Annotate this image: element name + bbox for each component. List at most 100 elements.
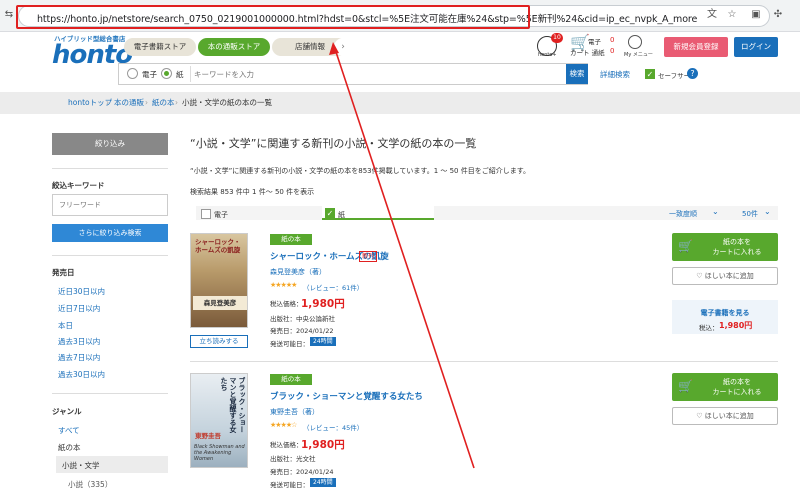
add-to-cart-button[interactable]: 🛒 紙の本を カートに入れる [672,233,778,261]
page-title: “小説・文学”に関連する新刊の小説・文学の紙の本の一覧 [190,137,477,150]
release-link[interactable]: 過去7日以内 [58,352,100,363]
search-divider [190,66,191,82]
star-rating: ★★★★★ [270,281,297,289]
book-price: 1,980円 [301,298,345,310]
genre-item-selected[interactable]: 小説・文学 [62,460,100,471]
safe-search-checkbox[interactable]: ✓ [645,69,655,79]
keyword-input[interactable] [52,194,168,216]
release-link[interactable]: 近日30日以内 [58,286,105,297]
help-icon[interactable]: ? [687,68,698,79]
divider [52,168,168,169]
translate-icon[interactable]: 文 [706,9,718,21]
points-badge: 10 [551,33,563,43]
breadcrumb-separator: › [175,98,178,107]
divider [190,361,778,362]
cover-author: 森見登美彦 [193,296,247,310]
radio-ebook[interactable] [127,68,138,79]
genre-item[interactable]: 紙の本 [58,442,81,453]
wishlist-button[interactable]: ♡ ほしい本に追加 [672,267,778,285]
address-bar[interactable]: https://honto.jp/netstore/search_0750_02… [18,5,770,27]
book-author[interactable]: 東野圭吾（著） [270,407,319,417]
price-label: 税込価格： [270,300,303,308]
advanced-search-link[interactable]: 詳細検索 [600,69,630,80]
ebook-link[interactable]: 電子書籍を見る [672,308,778,318]
book-cover[interactable]: シャーロック・ホームズの凱旋 森見登美彦 [190,233,248,328]
paper-filter-checkbox[interactable]: ✓ [325,208,335,218]
chevron-right-icon: › [334,38,352,56]
cover-en-title: Black Showman and the Awakening Women [194,444,245,462]
publisher: 出版社：光文社 [270,455,316,463]
points-label: honto+ [538,52,557,58]
bookmark-star-icon[interactable]: ☆ [726,9,738,21]
radio-paper-label: 紙 [176,70,184,79]
release-label: 発売日 [52,268,75,277]
cart-ebook-label: 電子 [588,38,601,46]
review-link[interactable]: （レビュー：45件） [303,422,363,432]
tab-ebook-store[interactable]: 電子書籍ストア [124,38,196,56]
price-label: 税込価格： [270,441,303,449]
cart-ebook-count: 0 [610,36,615,44]
shipping-label: 発送可能日： [270,340,309,348]
breadcrumb-item[interactable]: 本の通販 [114,92,144,114]
sort-select[interactable]: 一致度順 [669,209,697,219]
cart-button-label: 紙の本を カートに入れる [712,378,762,396]
release-link[interactable]: 近日7日以内 [58,303,100,314]
genre-label: ジャンル [52,407,82,416]
preview-button[interactable]: 立ち読みする [190,335,248,348]
release-link[interactable]: 過去3日以内 [58,336,100,347]
radio-paper[interactable] [161,68,172,79]
breadcrumb-item[interactable]: 紙の本 [152,92,175,114]
wishlist-label: ほしい本に追加 [704,272,754,280]
wishlist-label: ほしい本に追加 [704,412,754,420]
cart-button-label: 紙の本を カートに入れる [712,238,762,256]
cover-title: ブラック・ショーマンと覚醒する女たち [220,377,246,433]
review-link[interactable]: （レビュー：61件） [303,282,363,292]
genre-sub-link[interactable]: 小説（335） [68,479,112,490]
keyword-label: 絞込キーワード [52,181,105,190]
book-cover[interactable]: ブラック・ショーマンと覚醒する女たち 東野圭吾 Black Showman an… [190,373,248,468]
per-page-select[interactable]: 50件 [742,209,758,219]
refine-search-button[interactable]: さらに絞り込み検索 [52,224,168,242]
genre-link[interactable]: すべて [58,425,80,436]
filter-header: 絞り込み [52,133,168,155]
login-button[interactable]: ログイン [734,37,778,57]
browser-toolbar: ⇆ https://honto.jp/netstore/search_0750_… [0,0,800,32]
chevron-down-icon: ⌄ [712,207,719,216]
breadcrumb-current: 小説・文学の紙の本の一覧 [182,98,272,107]
cart-paper-count: 0 [610,47,615,55]
book-author[interactable]: 森見登美彦（著） [270,267,326,277]
search-button[interactable]: 検索 [566,64,588,84]
cover-title: シャーロック・ホームズの凱旋 [195,238,241,254]
ebook-filter-label: 電子 [214,211,228,219]
new-badge: 新刊 [359,251,378,262]
breadcrumb: hontoトップ › 本の通販 › 紙の本 › 小説・文学の紙の本の一覧 [0,92,800,114]
star-rating: ★★★★☆ [270,421,297,429]
cart-paper-label: カート 通紙 [570,49,605,57]
ebook-price-label: 税込： [699,324,719,332]
user-icon[interactable] [628,35,642,49]
release-link[interactable]: 過去30日以内 [58,369,105,380]
register-button[interactable]: 新規会員登録 [664,37,728,57]
search-input[interactable] [194,65,562,83]
site-info-icon[interactable]: ⇆ [3,9,15,21]
cover-author: 東野圭吾 [195,432,221,440]
paper-badge: 紙の本 [270,234,312,245]
divider [52,393,168,394]
extension-icon[interactable]: ▣ [750,9,762,21]
add-to-cart-button[interactable]: 🛒 紙の本を カートに入れる [672,373,778,401]
wishlist-button[interactable]: ♡ ほしい本に追加 [672,407,778,425]
book-title[interactable]: ブラック・ショーマンと覚醒する女たち [270,390,423,402]
ebook-filter-checkbox[interactable] [201,209,211,219]
mymenu-label: My メニュー [624,52,653,58]
result-count: 検索結果 853 件中 1 件～ 50 件を表示 [190,188,315,196]
ebook-price: 1,980円 [719,321,753,330]
divider [52,255,168,256]
release-date: 発売日：2024/01/22 [270,327,334,335]
shipping-badge: 24時間 [310,478,336,487]
heart-icon: ♡ [696,412,705,420]
result-description: “小説・文学”に関連する新刊の小説・文学の紙の本を853件掲載しています。1 ～… [190,167,531,175]
tab-paper-store[interactable]: 本の通販ストア [198,38,270,56]
cart-icon: 🛒 [678,239,693,253]
extensions-puzzle-icon[interactable]: ✣ [772,9,784,21]
release-link[interactable]: 本日 [58,320,73,331]
